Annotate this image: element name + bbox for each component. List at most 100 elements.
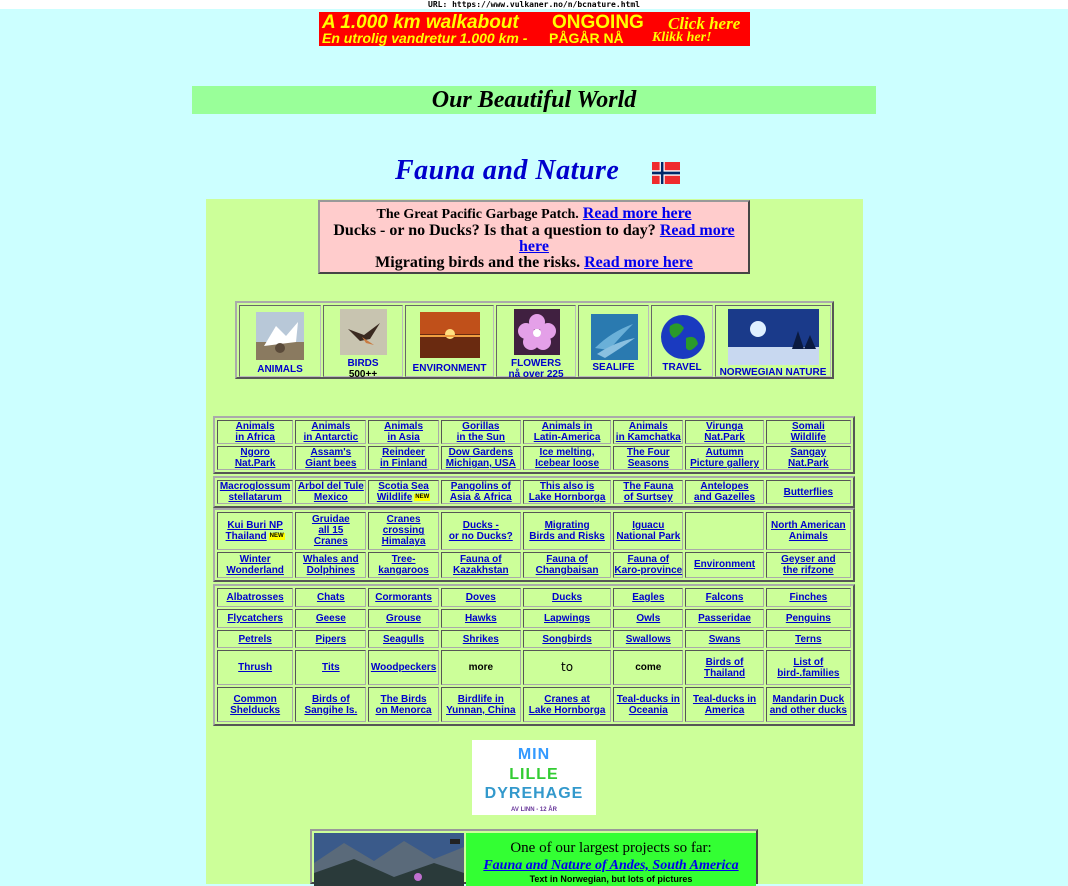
table-link[interactable]: Doves bbox=[466, 592, 496, 603]
table-link[interactable]: Thrush bbox=[238, 662, 272, 673]
category-birds[interactable]: BIRDS 500++ bbox=[323, 305, 403, 380]
table-link[interactable]: Animals in Kamchatka bbox=[616, 421, 681, 443]
table-link[interactable]: Terns bbox=[795, 634, 822, 645]
table-link[interactable]: Grouse bbox=[386, 613, 421, 624]
news-garbage-read-more-link[interactable]: Read more here bbox=[583, 205, 692, 222]
table-link[interactable]: Animals in Antarctic bbox=[304, 421, 359, 443]
table-link[interactable]: Hawks bbox=[465, 613, 497, 624]
table-link[interactable]: Animals in Latin-America bbox=[534, 421, 601, 443]
walkabout-banner-link[interactable]: A 1.000 km walkabout ONGOING Click here … bbox=[319, 12, 750, 46]
link-text: Penguins bbox=[785, 612, 831, 624]
placeholder-text: more bbox=[468, 662, 494, 674]
table-link[interactable]: Teal-ducks in Oceania bbox=[617, 694, 680, 716]
link-text: Giant bees bbox=[305, 458, 357, 469]
category-animals[interactable]: ANIMALS bbox=[239, 305, 321, 377]
table-link[interactable]: The Four Seasons bbox=[627, 447, 670, 469]
table-link[interactable]: Cormorants bbox=[375, 592, 432, 603]
news-migrating-read-more-link[interactable]: Read more here bbox=[584, 254, 693, 271]
table-link[interactable]: Fauna of Karo-province bbox=[614, 554, 682, 576]
table-link[interactable]: Geese bbox=[316, 613, 346, 624]
table-link[interactable]: Ducks - or no Ducks? bbox=[449, 520, 513, 542]
table-link[interactable]: Somali Wildlife bbox=[791, 421, 826, 443]
table-link[interactable]: Birds of Thailand bbox=[704, 657, 745, 679]
table-link[interactable]: Macroglossum stellatarum bbox=[220, 481, 291, 503]
table-link[interactable]: North American Animals bbox=[771, 520, 846, 542]
table-link[interactable]: Finches bbox=[789, 592, 827, 603]
table-link[interactable]: Ngoro Nat.Park bbox=[235, 447, 276, 469]
table-link[interactable]: Fauna of Changbaisan bbox=[536, 554, 599, 576]
table-link[interactable]: Chats bbox=[317, 592, 345, 603]
table-link[interactable]: Albatrosses bbox=[226, 592, 283, 603]
table-link[interactable]: Dow Gardens Michigan, USA bbox=[446, 447, 516, 469]
table-link[interactable]: Gruidae all 15 Cranes bbox=[312, 514, 350, 547]
category-environment[interactable]: ENVIRONMENT bbox=[405, 305, 494, 377]
table-link[interactable]: Sangay Nat.Park bbox=[788, 447, 829, 469]
table-link[interactable]: Environment bbox=[694, 559, 755, 570]
dyrehage-subtitle: AV LINN - 12 ÅR bbox=[511, 807, 557, 813]
table-link[interactable]: Ducks bbox=[552, 592, 582, 603]
table-link[interactable]: Common Shelducks bbox=[230, 694, 280, 716]
table-link[interactable]: Tree-kangaroos bbox=[378, 554, 429, 576]
andes-link[interactable]: Fauna and Nature of Andes, South America bbox=[466, 858, 756, 874]
animals-table-3: Kui Buri NP Thailand NEW Gruidae all 15 Crane… bbox=[213, 508, 855, 582]
table-link[interactable]: Ice melting, Icebear loose bbox=[535, 447, 599, 469]
table-link[interactable]: Geyser and the rifzone bbox=[781, 554, 835, 576]
table-cell: Environment bbox=[685, 551, 764, 578]
table-link[interactable]: List of bird-.families bbox=[777, 657, 839, 679]
table-link[interactable]: Virunga Nat.Park bbox=[704, 421, 745, 443]
table-link[interactable]: This also is Lake Hornborga bbox=[529, 481, 606, 503]
table-link[interactable]: Assam's Giant bees bbox=[305, 447, 356, 469]
table-link[interactable]: Pangolins of Asia & Africa bbox=[450, 481, 512, 503]
table-link[interactable]: Fauna of Kazakhstan bbox=[453, 554, 509, 576]
table-link[interactable]: Songbirds bbox=[542, 634, 591, 645]
link-text: Changbaisan bbox=[535, 564, 599, 576]
table-link[interactable]: Penguins bbox=[786, 613, 831, 624]
table-link[interactable]: Scotia Sea Wildlife NEW bbox=[377, 481, 431, 503]
table-link[interactable]: Lapwings bbox=[544, 613, 590, 624]
table-link[interactable]: Winter Wonderland bbox=[226, 554, 284, 576]
table-link[interactable]: Falcons bbox=[706, 592, 744, 603]
table-cell: Lapwings bbox=[522, 608, 612, 628]
min-lille-dyrehage-link[interactable]: MIN LILLE DYREHAGE AV LINN - 12 ÅR bbox=[472, 740, 596, 815]
table-link[interactable]: The Fauna of Surtsey bbox=[623, 481, 673, 503]
category-sealife[interactable]: SEALIFE bbox=[578, 305, 649, 377]
table-link[interactable]: Birdlife in Yunnan, China bbox=[446, 694, 515, 716]
link-text: Picture gallery bbox=[690, 458, 759, 469]
table-link[interactable]: Animals in Asia bbox=[384, 421, 423, 443]
table-link[interactable]: Animals in Africa bbox=[235, 421, 275, 443]
table-link[interactable]: Whales and Dolphines bbox=[303, 554, 359, 576]
table-link[interactable]: Passeridae bbox=[698, 613, 751, 624]
table-link[interactable]: Butterflies bbox=[784, 487, 833, 498]
link-text: Terns bbox=[795, 633, 822, 645]
category-norwegian-nature[interactable]: NORWEGIAN NATURE bbox=[715, 305, 831, 378]
table-link[interactable]: Petrels bbox=[238, 634, 271, 645]
table-link[interactable]: Mandarin Duck and other ducks bbox=[770, 694, 847, 716]
link-text: Scotia Sea bbox=[378, 481, 429, 492]
table-link[interactable]: Swans bbox=[709, 634, 741, 645]
table-link[interactable]: Pipers bbox=[316, 634, 347, 645]
table-link[interactable]: Antelopes and Gazelles bbox=[694, 481, 755, 503]
table-link[interactable]: Autumn Picture gallery bbox=[690, 447, 759, 469]
table-link[interactable]: Woodpeckers bbox=[371, 662, 436, 673]
table-link[interactable]: Arbol del Tule Mexico bbox=[298, 481, 364, 503]
table-link[interactable]: Reindeer in Finland bbox=[380, 447, 427, 469]
table-link[interactable]: Iguacu National Park bbox=[616, 520, 680, 542]
table-link[interactable]: Cranes crossing Himalaya bbox=[382, 514, 426, 547]
table-link[interactable]: The Birds on Menorca bbox=[376, 694, 432, 716]
table-link[interactable]: Flycatchers bbox=[227, 613, 283, 624]
table-link[interactable]: Gorillas in the Sun bbox=[457, 421, 505, 443]
table-link[interactable]: Seagulls bbox=[383, 634, 424, 645]
table-link[interactable]: Teal-ducks in America bbox=[693, 694, 756, 716]
category-travel[interactable]: TRAVEL bbox=[651, 305, 713, 377]
table-link[interactable]: Shrikes bbox=[463, 634, 499, 645]
table-link[interactable]: Birds of Sangihe Is. bbox=[304, 694, 357, 716]
table-link[interactable]: Migrating Birds and Risks bbox=[529, 520, 605, 542]
category-flowers[interactable]: FLOWERS nå over 225 bbox=[496, 305, 576, 380]
table-link[interactable]: Tits bbox=[322, 662, 340, 673]
table-link[interactable]: Kui Buri NP Thailand NEW bbox=[226, 520, 285, 542]
table-link[interactable]: Owls bbox=[636, 613, 660, 624]
table-link[interactable]: Cranes at Lake Hornborga bbox=[529, 694, 606, 716]
table-link[interactable]: Eagles bbox=[632, 592, 664, 603]
table-link[interactable]: Swallows bbox=[626, 634, 671, 645]
table-cell: Cormorants bbox=[368, 588, 439, 607]
